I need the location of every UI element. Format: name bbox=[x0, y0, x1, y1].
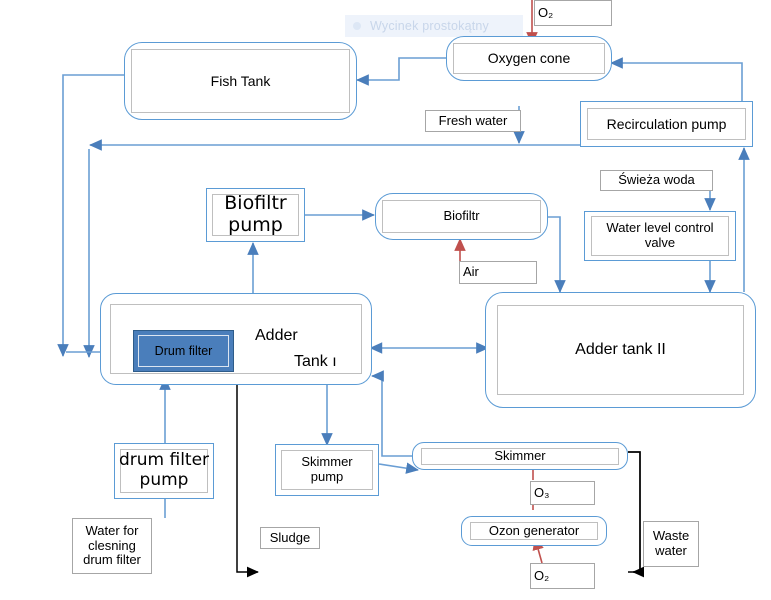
adder-tank-i-label-line1: Adder bbox=[255, 327, 298, 344]
watermark-banner: Wycinek prostokątny bbox=[345, 15, 523, 37]
node-biofiltr[interactable]: Biofiltr bbox=[375, 193, 548, 240]
node-drum-filter[interactable]: Drum filter bbox=[133, 330, 234, 372]
label-swieza-woda: Świeża woda bbox=[600, 170, 713, 191]
label-water-for-cleaning: Water for clesning drum filter bbox=[72, 518, 152, 574]
ozon-generator-label: Ozon generator bbox=[470, 522, 598, 540]
label-o2-bottom-text: O₂ bbox=[534, 567, 550, 583]
node-oxygen-cone[interactable]: Oxygen cone bbox=[446, 36, 612, 81]
node-biofiltr-pump[interactable]: Biofiltr pump bbox=[206, 188, 305, 242]
wire-skimmer-to-wastewater bbox=[628, 451, 645, 578]
label-sludge-text: Sludge bbox=[269, 529, 311, 545]
label-o2-top: O₂ bbox=[534, 0, 612, 26]
label-o3: O₃ bbox=[530, 481, 595, 505]
label-o3-text: O₃ bbox=[534, 484, 550, 500]
fish-tank-label: Fish Tank bbox=[131, 49, 350, 113]
oxygen-cone-label: Oxygen cone bbox=[453, 43, 605, 74]
wire-biofiltr-to-addertank2 bbox=[548, 216, 566, 293]
label-air: Air bbox=[459, 261, 537, 284]
label-sludge: Sludge bbox=[260, 527, 320, 549]
recirculation-pump-label: Recirculation pump bbox=[587, 108, 746, 140]
node-recirculation-pump[interactable]: Recirculation pump bbox=[580, 101, 753, 147]
label-swieza-woda-text: Świeża woda bbox=[618, 172, 695, 188]
watermark-dot bbox=[353, 22, 361, 30]
node-skimmer[interactable]: Skimmer bbox=[412, 442, 628, 470]
label-o2-bottom: O₂ bbox=[530, 563, 595, 589]
label-water-for-cleaning-text: Water for clesning drum filter bbox=[83, 522, 141, 568]
wire-recirc-to-oxygen bbox=[610, 57, 743, 104]
wire-skimmer-waste-path bbox=[628, 451, 641, 573]
node-drum-filter-pump[interactable]: drum filter pump bbox=[114, 443, 214, 499]
label-waste-water-text: Waste water bbox=[652, 528, 690, 558]
biofiltr-pump-label: Biofiltr pump bbox=[212, 192, 299, 236]
label-air-text: Air bbox=[463, 264, 479, 280]
node-water-level-control-valve[interactable]: Water level control valve bbox=[584, 211, 736, 261]
node-fish-tank[interactable]: Fish Tank bbox=[124, 42, 357, 120]
node-ozon-generator[interactable]: Ozon generator bbox=[461, 516, 607, 546]
adder-tank-i-label-line2: Tank ı bbox=[294, 353, 337, 370]
watermark-text: Wycinek prostokątny bbox=[370, 19, 490, 33]
wire-drumfilter-to-sludge bbox=[215, 366, 259, 578]
drum-filter-pump-label: drum filter pump bbox=[119, 449, 209, 493]
diagram-canvas: Wycinek prostokątny O₂ Oxygen cone Fish … bbox=[0, 0, 771, 600]
water-level-control-valve-label: Water level control valve bbox=[591, 216, 729, 256]
skimmer-pump-label: Skimmer pump bbox=[281, 450, 373, 490]
label-waste-water: Waste water bbox=[643, 521, 699, 567]
biofiltr-label: Biofiltr bbox=[382, 200, 541, 233]
node-skimmer-pump[interactable]: Skimmer pump bbox=[275, 444, 379, 496]
label-fresh-water-text: Fresh water bbox=[438, 112, 508, 128]
adder-tank-ii-label: Adder tank II bbox=[497, 305, 744, 395]
label-o2-top-text: O₂ bbox=[538, 4, 554, 20]
drum-filter-label: Drum filter bbox=[138, 335, 229, 367]
label-fresh-water: Fresh water bbox=[425, 110, 521, 132]
node-adder-tank-ii[interactable]: Adder tank II bbox=[485, 292, 756, 408]
wire-oxygen-to-fishtank bbox=[356, 57, 447, 86]
skimmer-label: Skimmer bbox=[421, 447, 619, 465]
